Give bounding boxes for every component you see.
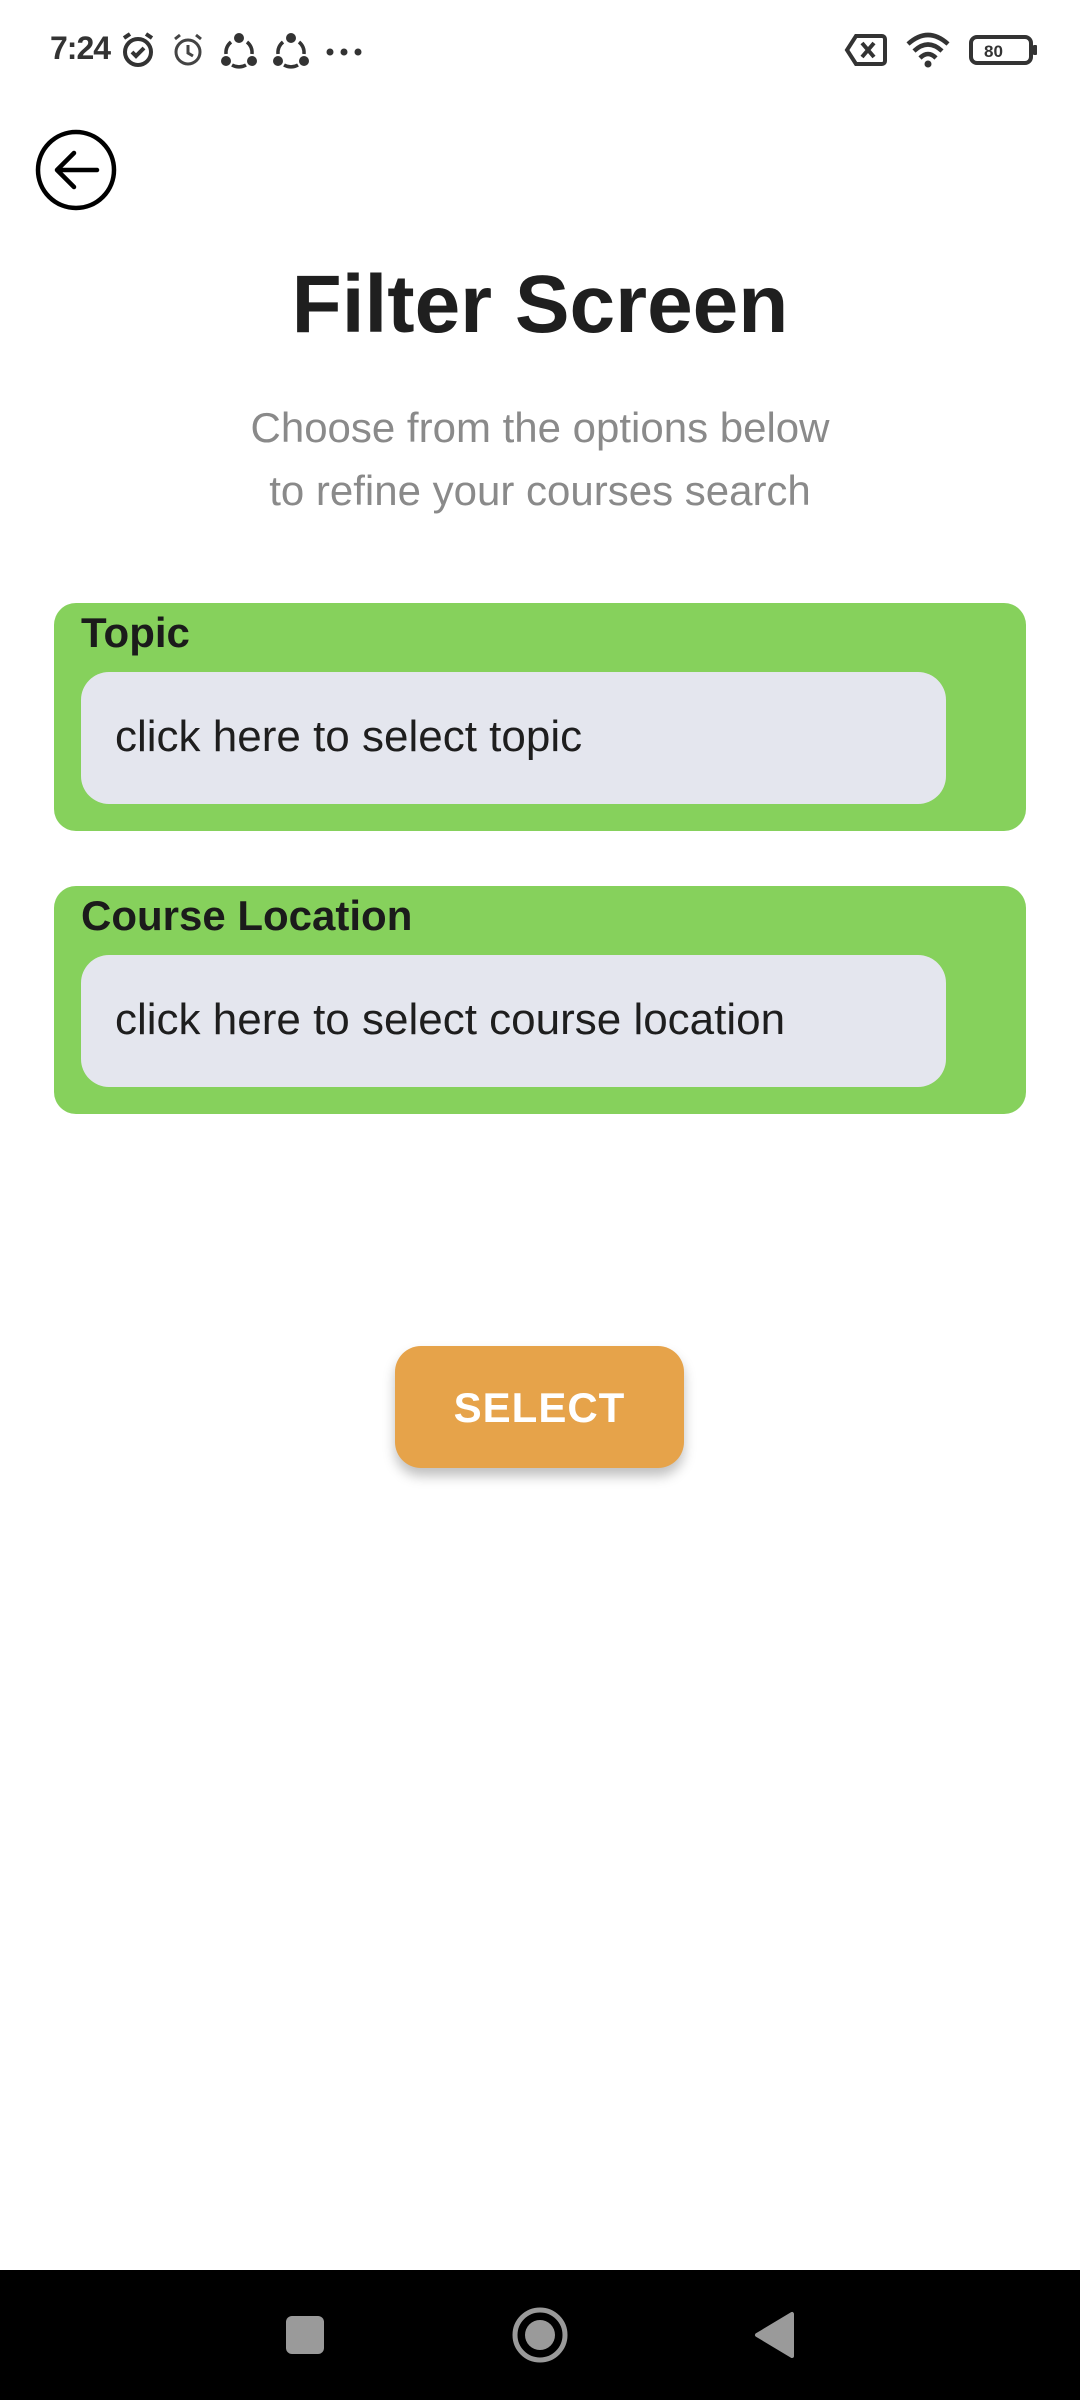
sync-icon (221, 33, 257, 69)
course-location-filter-card: Course Location click here to select cou… (54, 886, 1026, 1114)
subtitle-line-2: to refine your courses search (269, 467, 811, 514)
page-subtitle: Choose from the options below to refine … (140, 396, 940, 522)
course-location-label: Course Location (81, 892, 413, 939)
system-nav-bar (0, 2270, 1080, 2400)
recent-apps-button[interactable] (270, 2300, 340, 2370)
subtitle-line-1: Choose from the options below (250, 404, 830, 451)
status-right-icons: 80 (844, 30, 1040, 70)
status-left-icons (118, 30, 366, 70)
select-button[interactable]: SELECT (395, 1346, 684, 1468)
sync-icon (273, 33, 309, 69)
page-title: Filter Screen (291, 259, 789, 350)
arrow-left-circle-icon (35, 129, 117, 211)
nav-back-button[interactable] (740, 2300, 810, 2370)
topic-placeholder: click here to select topic (115, 712, 583, 761)
topic-label: Topic (81, 609, 190, 656)
battery-icon: 80 (969, 35, 1037, 65)
alarm-check-icon (122, 32, 154, 67)
battery-level: 80 (984, 42, 1003, 61)
topic-select-field[interactable]: click here to select topic (81, 672, 946, 804)
more-dots-icon (326, 48, 362, 56)
wifi-icon (906, 32, 950, 68)
no-sim-icon (844, 34, 887, 66)
select-button-label: SELECT (453, 1384, 626, 1431)
status-time: 7:24 (50, 30, 111, 66)
home-icon (512, 2307, 568, 2363)
home-button[interactable] (505, 2300, 575, 2370)
status-bar: 7:24 80 (0, 0, 1080, 104)
back-triangle-icon (755, 2312, 794, 2358)
alarm-icon (174, 33, 202, 66)
recent-apps-icon (286, 2316, 324, 2354)
back-button[interactable] (34, 128, 118, 212)
course-location-select-field[interactable]: click here to select course location (81, 955, 946, 1087)
course-location-placeholder: click here to select course location (115, 995, 786, 1044)
topic-filter-card: Topic click here to select topic (54, 603, 1026, 831)
